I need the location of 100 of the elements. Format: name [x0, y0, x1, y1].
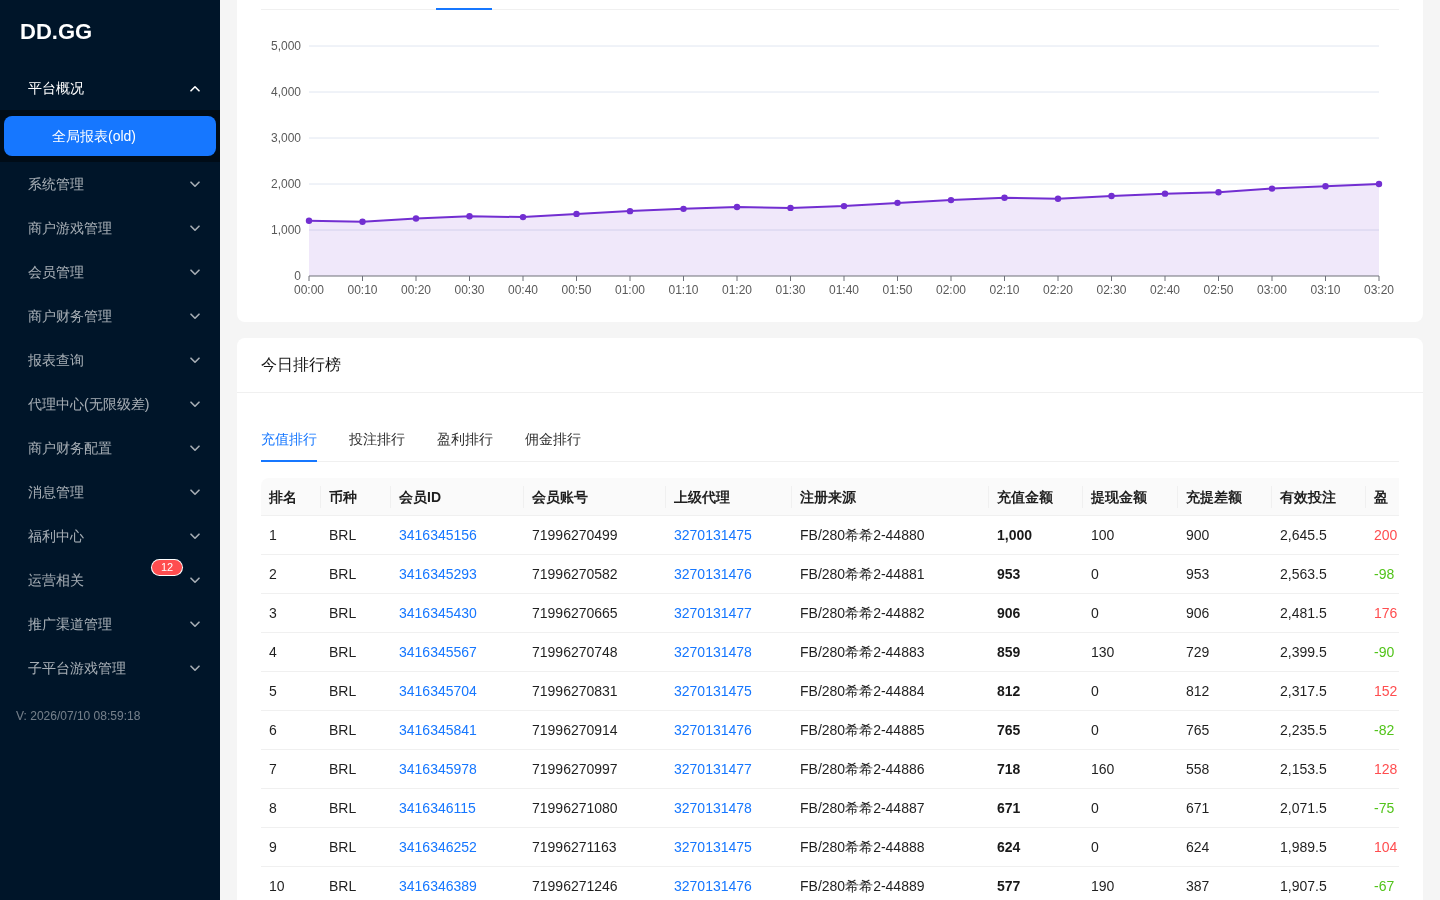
menu-item[interactable]: 代理中心(无限级差)	[4, 382, 216, 426]
table-cell: 900	[1178, 516, 1272, 555]
x-axis-label: 00:30	[454, 283, 485, 297]
table-cell: BRL	[321, 633, 391, 672]
table-link[interactable]: 3270131478	[674, 800, 752, 816]
table-cell: 2,071.5	[1272, 789, 1366, 828]
table-link[interactable]: 3270131476	[674, 722, 752, 738]
table-link[interactable]: 3270131475	[674, 527, 752, 543]
table-cell: 71996270582	[524, 555, 666, 594]
caret-icon	[190, 488, 200, 496]
column-header: 上级代理	[666, 478, 792, 516]
table-link[interactable]: 3416345293	[399, 566, 477, 582]
table-link[interactable]: 3416346389	[399, 878, 477, 894]
tab[interactable]: 充值排行	[261, 417, 317, 462]
menu-item[interactable]: 会员管理	[4, 250, 216, 294]
x-axis-label: 01:40	[829, 283, 859, 297]
card-title: 今日排行榜	[261, 355, 341, 375]
table-link[interactable]: 3416345430	[399, 605, 477, 621]
table-cell: 387	[1178, 867, 1272, 900]
tab[interactable]: 佣金排行	[525, 417, 581, 462]
table-cell: 7	[261, 750, 321, 789]
table-cell: -98	[1366, 555, 1399, 594]
x-axis-label: 02:50	[1203, 283, 1234, 297]
table-link[interactable]: 3270131476	[674, 878, 752, 894]
table-cell: FB/280希希2-44886	[792, 750, 989, 789]
table-cell: 71996271080	[524, 789, 666, 828]
menu-item[interactable]: 商户游戏管理	[4, 206, 216, 250]
table-link[interactable]: 3270131478	[674, 644, 752, 660]
table-cell: BRL	[321, 555, 391, 594]
table-cell: 130	[1083, 633, 1178, 672]
tab[interactable]: 投注排行	[349, 417, 405, 462]
table-link[interactable]: 3270131475	[674, 839, 752, 855]
caret-icon	[190, 180, 200, 188]
table-cell: 0	[1083, 672, 1178, 711]
table-link[interactable]: 3270131476	[674, 566, 752, 582]
x-axis-label: 01:10	[668, 283, 699, 297]
column-header: 盈	[1366, 478, 1399, 516]
table-cell: 2,235.5	[1272, 711, 1366, 750]
table-cell: FB/280希希2-44885	[792, 711, 989, 750]
table-cell: 906	[989, 594, 1083, 633]
y-axis-label: 2,000	[270, 177, 301, 191]
table-cell: 729	[1178, 633, 1272, 672]
table-cell: -75	[1366, 789, 1399, 828]
table-link[interactable]: 3416345704	[399, 683, 477, 699]
table-link[interactable]: 3270131475	[674, 683, 752, 699]
table-cell: 71996270499	[524, 516, 666, 555]
x-axis-label: 01:00	[615, 283, 645, 297]
table-link[interactable]: 3416345841	[399, 722, 477, 738]
table-link[interactable]: 3416345978	[399, 761, 477, 777]
table-cell: 71996271163	[524, 828, 666, 867]
y-axis-label: 3,000	[270, 131, 301, 145]
menu-item[interactable]: 报表查询	[4, 338, 216, 382]
active-tab-indicator	[436, 8, 492, 10]
table-link[interactable]: 3270131477	[674, 761, 752, 777]
x-axis-label: 03:20	[1364, 283, 1394, 297]
menu-item[interactable]: 子平台游戏管理	[4, 646, 216, 690]
table-cell: 906	[1178, 594, 1272, 633]
table-cell: FB/280希希2-44888	[792, 828, 989, 867]
x-axis-label: 02:00	[936, 283, 966, 297]
table-cell: 765	[989, 711, 1083, 750]
x-axis-label: 02:30	[1096, 283, 1127, 297]
table-cell: BRL	[321, 789, 391, 828]
caret-icon	[190, 532, 200, 540]
table-link[interactable]: 3416345567	[399, 644, 477, 660]
menu-item[interactable]: 系统管理	[4, 162, 216, 206]
table-cell: FB/280希希2-44889	[792, 867, 989, 900]
x-axis-label: 01:20	[722, 283, 752, 297]
data-point	[787, 204, 794, 212]
table-link[interactable]: 3416346115	[399, 800, 476, 816]
table-link[interactable]: 3416346252	[399, 839, 477, 855]
table-cell: 71996270665	[524, 594, 666, 633]
tab[interactable]: 盈利排行	[437, 417, 493, 462]
menu-item[interactable]: 消息管理	[4, 470, 216, 514]
menu-item[interactable]: 福利中心	[4, 514, 216, 558]
table-cell: 104	[1366, 828, 1399, 867]
table-cell: 2	[261, 555, 321, 594]
table-cell: -67	[1366, 867, 1399, 900]
table-cell: 1	[261, 516, 321, 555]
menu-item[interactable]: 推广渠道管理	[4, 602, 216, 646]
column-header: 会员账号	[524, 478, 666, 516]
table-cell: FB/280希希2-44884	[792, 672, 989, 711]
data-point	[1001, 194, 1008, 201]
table-cell: 200	[1366, 516, 1399, 555]
y-axis-label: 4,000	[270, 85, 301, 99]
table-cell: 9	[261, 828, 321, 867]
table-link[interactable]: 3416345156	[399, 527, 477, 543]
table-cell: 0	[1083, 711, 1178, 750]
submenu-item[interactable]: 全局报表(old)	[4, 116, 216, 156]
data-point	[305, 217, 313, 224]
menu-item[interactable]: 商户财务配置	[4, 426, 216, 470]
table-link[interactable]: 3270131477	[674, 605, 752, 621]
table-cell: 71996270831	[524, 672, 666, 711]
data-point	[1375, 180, 1383, 188]
menu-item[interactable]: 平台概况	[4, 66, 216, 110]
table-cell: 1,989.5	[1272, 828, 1366, 867]
table-cell: BRL	[321, 594, 391, 633]
table-cell: 6	[261, 711, 321, 750]
y-axis-label: 5,000	[270, 39, 301, 53]
menu-item[interactable]: 商户财务管理	[4, 294, 216, 338]
y-axis-label: 1,000	[270, 223, 301, 237]
